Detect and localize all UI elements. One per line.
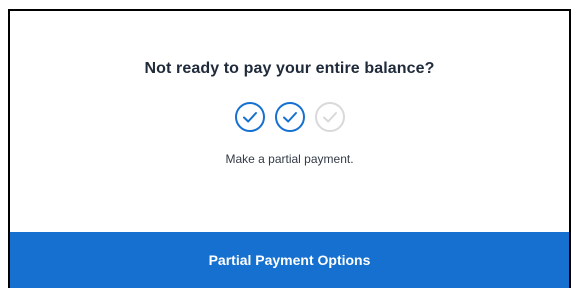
progress-steps (10, 101, 569, 133)
check-circle-icon (274, 102, 305, 132)
partial-payment-options-button[interactable]: Partial Payment Options (10, 232, 569, 288)
check-circle-icon (314, 102, 345, 132)
partial-payment-card: Not ready to pay your entire balance? Ma… (8, 9, 571, 288)
card-heading: Not ready to pay your entire balance? (144, 60, 435, 77)
card-subtext: Make a partial payment. (225, 152, 354, 166)
check-circle-icon (234, 102, 265, 132)
